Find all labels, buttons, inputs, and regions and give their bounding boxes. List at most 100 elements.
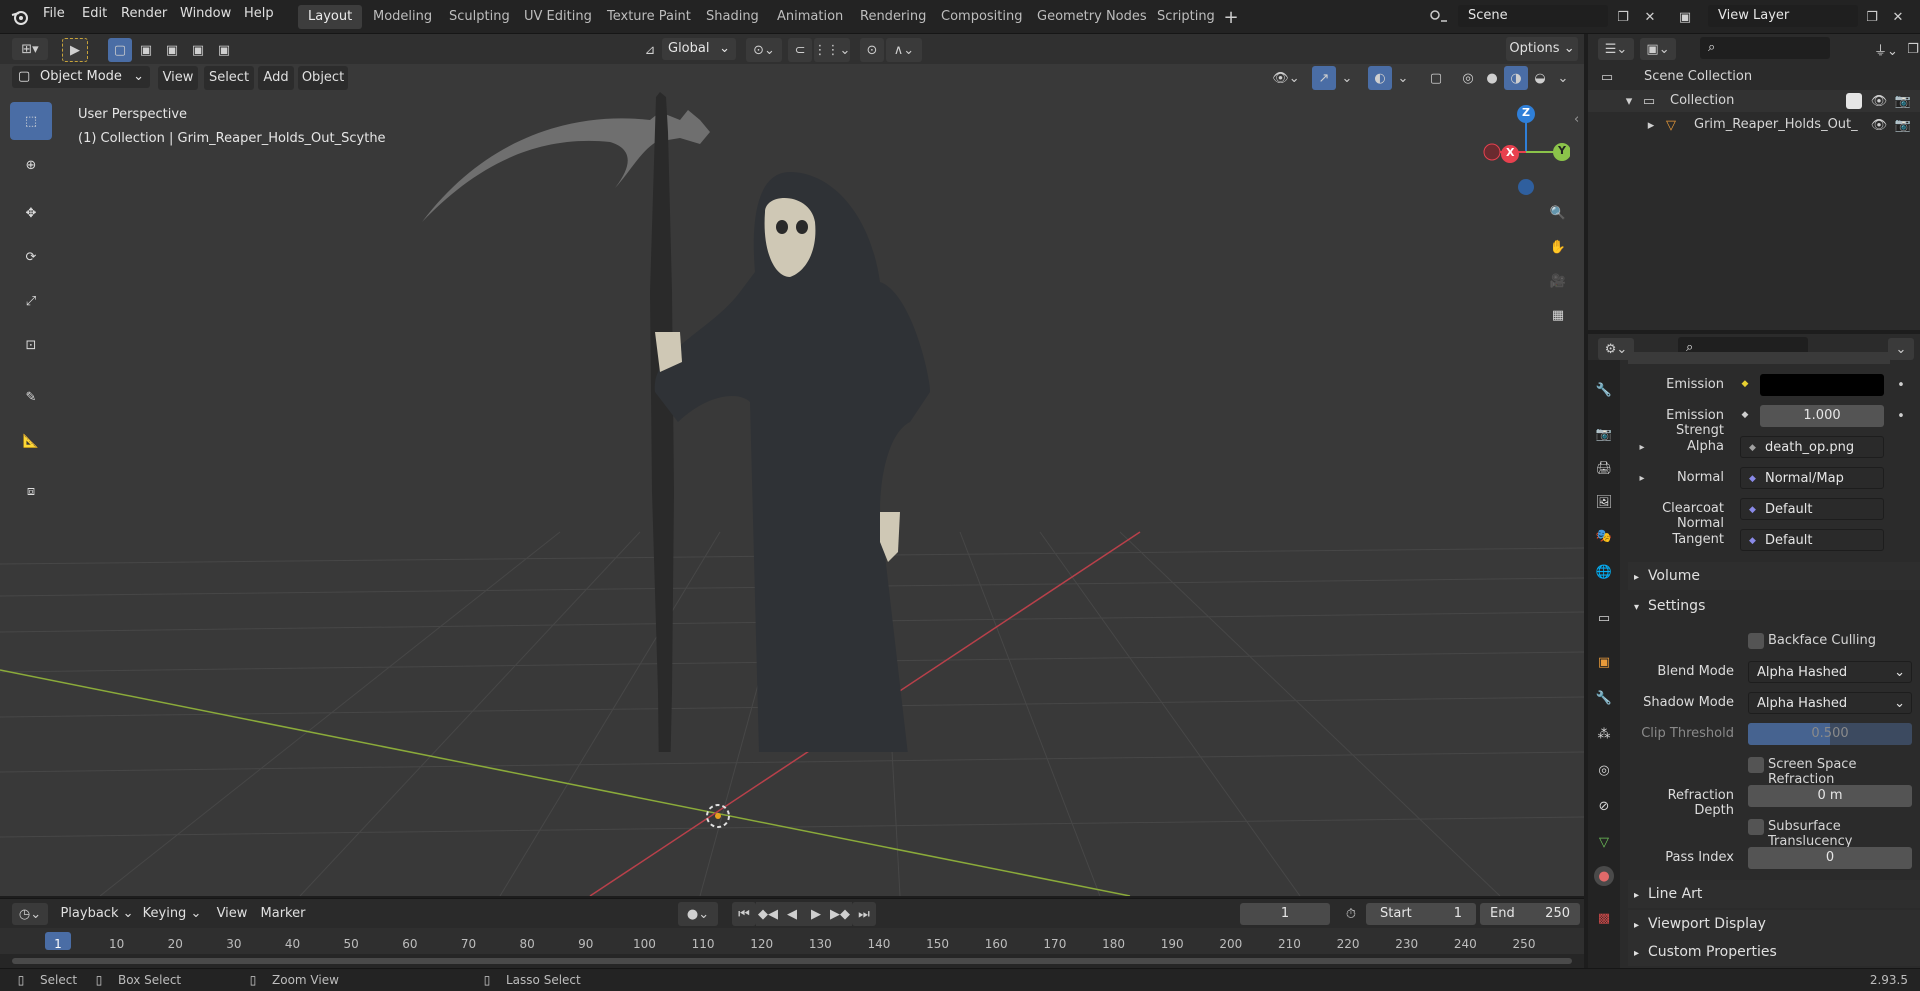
new-collection-icon[interactable]: ❐ bbox=[1906, 38, 1920, 60]
pass-index-field[interactable]: 0 bbox=[1748, 847, 1912, 869]
select-extend-icon[interactable]: ▣ bbox=[134, 38, 158, 62]
chevron-left-icon[interactable]: ‹ bbox=[1574, 112, 1579, 127]
cursor-tool-icon[interactable]: ⊕ bbox=[10, 146, 52, 184]
display-mode-icon[interactable]: ▣⌄ bbox=[1640, 38, 1676, 60]
annotate-tool-icon[interactable]: ✎ bbox=[10, 378, 52, 416]
volume-panel-header[interactable]: ▸ Volume bbox=[1628, 562, 1920, 590]
alpha-texture-field[interactable]: ◆ death_op.png bbox=[1740, 436, 1884, 458]
normal-map-field[interactable]: ◆ Normal/Map bbox=[1740, 467, 1884, 489]
scene-selector-icon[interactable] bbox=[1424, 6, 1454, 28]
select-intersect-icon[interactable]: ▣ bbox=[212, 38, 236, 62]
scrollbar-thumb[interactable] bbox=[12, 958, 1572, 964]
render-tab-icon[interactable]: 📷 bbox=[1594, 424, 1614, 444]
tab-modeling[interactable]: Modeling bbox=[363, 5, 442, 29]
rotate-tool-icon[interactable]: ⟳ bbox=[10, 238, 52, 276]
overlays-icon[interactable]: ◐ bbox=[1368, 66, 1392, 90]
tool-tab-icon[interactable]: 🔧 bbox=[1594, 380, 1614, 400]
transform-orientation-dropdown[interactable]: Global ⌄ bbox=[662, 38, 736, 60]
tab-scripting[interactable]: Scripting bbox=[1147, 5, 1225, 29]
ssr-checkbox[interactable] bbox=[1748, 757, 1764, 773]
outliner-search-input[interactable]: ⌕ bbox=[1700, 37, 1830, 59]
marker-menu[interactable]: Marker bbox=[258, 902, 308, 926]
subsurface-checkbox[interactable] bbox=[1748, 819, 1764, 835]
viewport-display-panel-header[interactable]: ▸ Viewport Display bbox=[1628, 910, 1920, 938]
outliner-row-object[interactable]: ▸ ▽ Grim_Reaper_Holds_Out_ 👁 📷 bbox=[1588, 114, 1920, 136]
keying-menu[interactable]: Keying ⌄ bbox=[140, 902, 204, 926]
chevron-down-icon[interactable]: ⌄ bbox=[1394, 66, 1412, 90]
gizmo-toggle-icon[interactable]: ↗ bbox=[1312, 66, 1336, 90]
jump-start-icon[interactable]: ⏮ bbox=[732, 902, 756, 926]
menu-edit[interactable]: Edit bbox=[82, 6, 107, 21]
pivot-point-icon[interactable]: ⊙⌄ bbox=[746, 38, 782, 62]
snap-target-icon[interactable]: ⋮⋮⌄ bbox=[814, 38, 850, 62]
tangent-field[interactable]: ◆ Default bbox=[1740, 529, 1884, 551]
tab-layout[interactable]: Layout bbox=[298, 5, 363, 29]
tab-uv-editing[interactable]: UV Editing bbox=[514, 5, 602, 29]
view-layer-tab-icon[interactable]: 🖼 bbox=[1594, 492, 1614, 512]
timeline-view-menu[interactable]: View bbox=[212, 902, 252, 926]
scene-tab-icon[interactable]: 🎭 bbox=[1594, 526, 1614, 546]
object-mode-dropdown[interactable]: ▢ Object Mode ⌄ bbox=[12, 66, 150, 88]
end-frame-field[interactable]: End 250 bbox=[1480, 903, 1580, 925]
tab-rendering[interactable]: Rendering bbox=[850, 5, 936, 29]
texture-tab-icon[interactable]: ▩ bbox=[1594, 908, 1614, 928]
constraints-tab-icon[interactable]: ⊘ bbox=[1594, 796, 1614, 816]
timeline-scrollbar[interactable] bbox=[0, 954, 1584, 968]
close-icon[interactable]: ✕ bbox=[1888, 6, 1908, 28]
select-subtract-icon[interactable]: ▣ bbox=[160, 38, 184, 62]
snap-icon[interactable]: ⊂ bbox=[788, 38, 812, 62]
select-box-tool-icon[interactable]: ⬚ bbox=[10, 102, 52, 140]
proportional-edit-icon[interactable]: ⊙ bbox=[860, 38, 884, 62]
camera-render-icon[interactable]: 📷 bbox=[1894, 92, 1912, 110]
transform-tool-icon[interactable]: ⊡ bbox=[10, 326, 52, 364]
rendered-shading-icon[interactable]: ◒ bbox=[1528, 66, 1552, 90]
grid-perspective-icon[interactable]: ▦ bbox=[1543, 300, 1573, 330]
menu-render[interactable]: Render bbox=[121, 6, 167, 21]
view-menu[interactable]: View bbox=[158, 66, 198, 90]
playback-menu[interactable]: Playback ⌄ bbox=[58, 902, 136, 926]
options-button[interactable]: Options ⌄ bbox=[1506, 37, 1578, 61]
scale-tool-icon[interactable]: ⤢ bbox=[10, 282, 52, 320]
filter-icon[interactable]: ⏚⌄ bbox=[1870, 38, 1902, 60]
material-shading-icon[interactable]: ◑ bbox=[1504, 66, 1528, 90]
shadow-mode-dropdown[interactable]: Alpha Hashed ⌄ bbox=[1748, 692, 1912, 714]
chevron-down-icon[interactable]: ⌄ bbox=[1554, 66, 1572, 90]
select-invert-icon[interactable]: ▣ bbox=[186, 38, 210, 62]
physics-tab-icon[interactable]: ◎ bbox=[1594, 760, 1614, 780]
object-menu[interactable]: Object bbox=[298, 66, 348, 90]
stopwatch-icon[interactable]: ⏱ bbox=[1340, 903, 1362, 925]
emission-strength-field[interactable]: 1.000 bbox=[1760, 405, 1884, 427]
tab-animation[interactable]: Animation bbox=[767, 5, 853, 29]
add-workspace-icon[interactable]: + bbox=[1222, 7, 1240, 28]
clearcoat-normal-field[interactable]: ◆ Default bbox=[1740, 498, 1884, 520]
grim-reaper-model[interactable] bbox=[410, 92, 1010, 752]
tab-geometry-nodes[interactable]: Geometry Nodes bbox=[1027, 5, 1157, 29]
particles-tab-icon[interactable]: ⁂ bbox=[1594, 724, 1614, 744]
next-keyframe-icon[interactable]: ▶◆ bbox=[828, 902, 852, 926]
pan-hand-icon[interactable]: ✋ bbox=[1543, 232, 1573, 262]
add-cube-tool-icon[interactable]: ⧈ bbox=[10, 472, 52, 510]
blend-mode-dropdown[interactable]: Alpha Hashed ⌄ bbox=[1748, 661, 1912, 683]
record-keyframe-icon[interactable]: ●⌄ bbox=[678, 902, 718, 926]
eye-icon[interactable]: 👁 bbox=[1870, 116, 1888, 134]
settings-panel-header[interactable]: ▾ Settings bbox=[1628, 592, 1920, 620]
tab-sculpting[interactable]: Sculpting bbox=[439, 5, 520, 29]
tab-compositing[interactable]: Compositing bbox=[931, 5, 1033, 29]
menu-help[interactable]: Help bbox=[244, 6, 274, 21]
zoom-icon[interactable]: 🔍 bbox=[1543, 198, 1573, 228]
modifier-tab-icon[interactable]: 🔧 bbox=[1594, 688, 1614, 708]
exclude-checkbox[interactable] bbox=[1846, 93, 1862, 109]
solid-shading-icon[interactable]: ● bbox=[1480, 66, 1504, 90]
close-icon[interactable]: ✕ bbox=[1640, 6, 1660, 28]
menu-window[interactable]: Window bbox=[180, 6, 231, 21]
select-new-icon[interactable]: ▢ bbox=[108, 38, 132, 62]
view-layer-icon[interactable]: ▣ bbox=[1670, 6, 1700, 28]
camera-icon[interactable]: 🎥 bbox=[1543, 266, 1573, 296]
select-menu[interactable]: Select bbox=[204, 66, 254, 90]
eye-icon[interactable]: 👁 bbox=[1870, 92, 1888, 110]
data-tab-icon[interactable]: ▽ bbox=[1594, 832, 1614, 852]
chevron-down-icon[interactable]: ⌄ bbox=[1888, 338, 1914, 360]
expand-arrow-icon[interactable]: ▾ bbox=[1622, 92, 1636, 110]
select-tool-icon[interactable]: ▶ bbox=[62, 38, 88, 62]
editor-type-icon[interactable]: ⊞▾ bbox=[12, 38, 48, 60]
